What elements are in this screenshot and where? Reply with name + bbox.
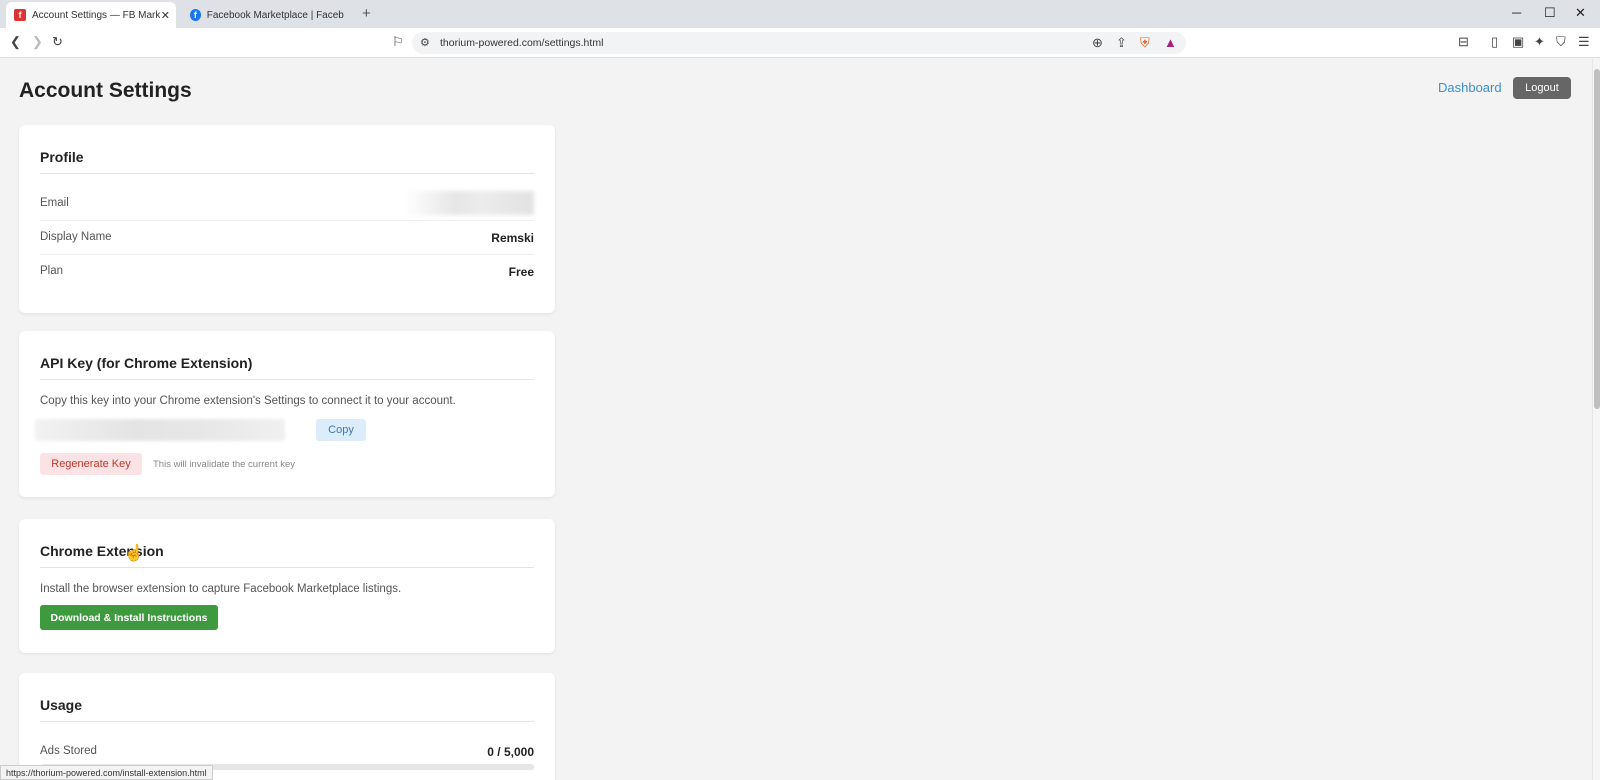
- brave-shield-icon[interactable]: ⛨: [1140, 35, 1150, 51]
- regenerate-note: This will invalidate the current key: [153, 459, 296, 470]
- rewards-triangle-icon[interactable]: ▲: [1164, 35, 1177, 51]
- hand-cursor-icon: ☝: [124, 545, 144, 562]
- vpn-shield-icon[interactable]: ⛉: [1556, 34, 1566, 50]
- api-key-field-redacted[interactable]: [35, 419, 285, 441]
- reload-icon[interactable]: ↻: [52, 34, 63, 50]
- row-label: Ads Stored: [40, 745, 97, 757]
- row-value: 0 / 5,000: [487, 745, 534, 759]
- chrome-extension-card: Chrome Extension Install the browser ext…: [19, 519, 555, 653]
- menu-icon[interactable]: ☰: [1578, 34, 1590, 50]
- profile-row-email: Email: [40, 187, 534, 221]
- bookmark-icon[interactable]: ⚐: [392, 34, 404, 50]
- tab-account-settings[interactable]: f Account Settings — FB Marketpl ✕: [6, 2, 176, 28]
- page-content: Account Settings Dashboard Logout Profil…: [0, 59, 1592, 780]
- address-bar[interactable]: ⚙ thorium-powered.com/settings.html ⊕ ⇪ …: [412, 32, 1186, 54]
- sidebar-icon[interactable]: ▯: [1491, 34, 1498, 50]
- tab-title: Account Settings — FB Marketpl: [32, 9, 160, 21]
- tab-search-icon[interactable]: ⊟: [1458, 34, 1469, 50]
- window-close-icon[interactable]: ✕: [1575, 5, 1586, 21]
- logout-button[interactable]: Logout: [1513, 77, 1571, 99]
- row-label: Plan: [40, 265, 64, 277]
- zoom-icon[interactable]: ⊕: [1092, 35, 1103, 51]
- tab-strip: f Account Settings — FB Marketpl ✕ f Fac…: [0, 0, 1600, 28]
- new-tab-icon[interactable]: +: [362, 5, 371, 22]
- row-value: Remski: [491, 231, 534, 245]
- tab-facebook-marketplace[interactable]: f Facebook Marketplace | Facebook: [182, 2, 352, 28]
- extension-description: Install the browser extension to capture…: [40, 583, 402, 595]
- profile-row-display-name: Display Name Remski: [40, 221, 534, 255]
- api-key-card: API Key (for Chrome Extension) Copy this…: [19, 331, 555, 497]
- api-key-description: Copy this key into your Chrome extension…: [40, 395, 456, 407]
- email-redacted: [404, 191, 534, 215]
- back-icon[interactable]: ❮: [10, 34, 21, 50]
- copy-button[interactable]: Copy: [316, 419, 366, 441]
- url-text: thorium-powered.com/settings.html: [440, 37, 604, 49]
- profile-row-plan: Plan Free: [40, 255, 534, 289]
- card-title: Profile: [40, 149, 84, 165]
- page-title: Account Settings: [19, 79, 192, 102]
- card-title: Chrome Extension: [40, 543, 164, 559]
- row-value: Free: [508, 265, 534, 279]
- maximize-icon[interactable]: ☐: [1544, 5, 1556, 21]
- browser-toolbar: ❮ ❯ ↻ ⚐ ⚙ thorium-powered.com/settings.h…: [0, 28, 1600, 58]
- divider: [40, 567, 534, 568]
- minimize-icon[interactable]: ─: [1512, 5, 1521, 20]
- regenerate-key-button[interactable]: Regenerate Key: [40, 453, 142, 475]
- share-icon[interactable]: ⇪: [1116, 35, 1127, 51]
- card-title: Usage: [40, 697, 83, 713]
- row-label: Email: [40, 197, 69, 209]
- wallet-icon[interactable]: ▣: [1512, 34, 1524, 50]
- tab-title: Facebook Marketplace | Facebook: [206, 9, 344, 21]
- facebook-favicon-icon: f: [190, 9, 201, 21]
- facebook-red-favicon-icon: f: [14, 9, 26, 21]
- status-bar-url: https://thorium-powered.com/install-exte…: [0, 765, 213, 780]
- forward-icon[interactable]: ❯: [32, 34, 43, 50]
- divider: [40, 379, 534, 380]
- page-scrollbar[interactable]: [1592, 59, 1600, 780]
- download-install-button[interactable]: Download & Install Instructions: [40, 605, 218, 630]
- ai-sparkle-icon[interactable]: ✦: [1534, 34, 1545, 50]
- close-icon[interactable]: ✕: [161, 9, 170, 22]
- site-settings-icon[interactable]: ⚙: [420, 35, 430, 51]
- card-title: API Key (for Chrome Extension): [40, 355, 253, 371]
- profile-card: Profile Email Display Name Remski Plan F…: [19, 125, 555, 313]
- row-label: Display Name: [40, 231, 112, 243]
- scroll-thumb[interactable]: [1594, 69, 1600, 409]
- usage-card: Usage Ads Stored 0 / 5,000: [19, 673, 555, 780]
- dashboard-link[interactable]: Dashboard: [1438, 80, 1502, 95]
- divider: [40, 173, 534, 174]
- divider: [40, 721, 534, 722]
